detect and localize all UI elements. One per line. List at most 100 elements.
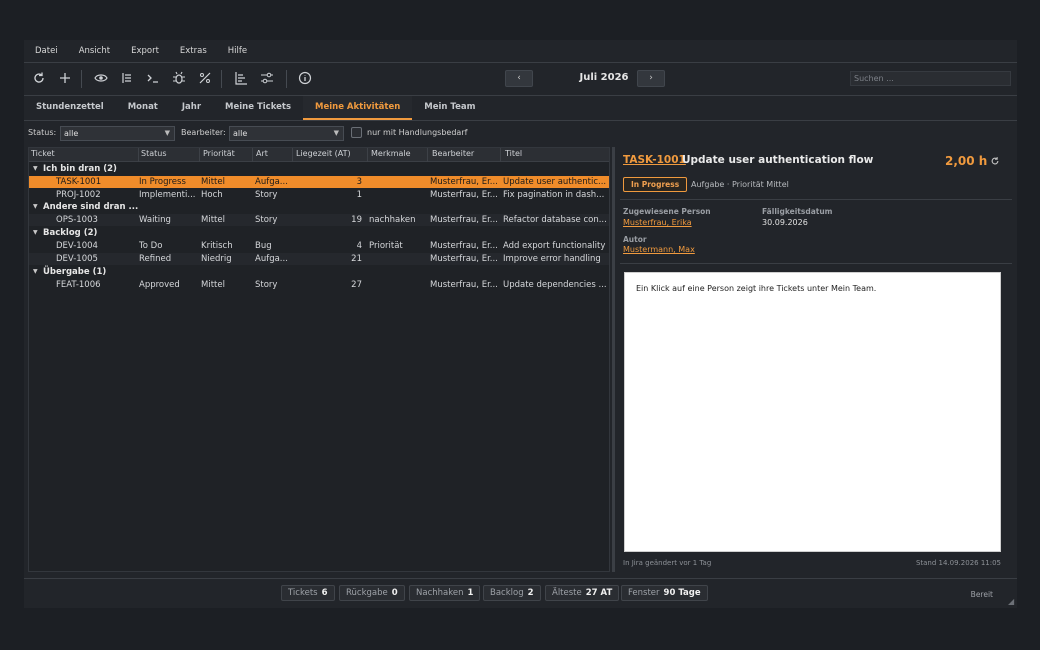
list-icon[interactable] [119, 71, 135, 87]
group-header[interactable]: ▼ Übergabe (1) [29, 266, 609, 278]
pill-fenster: Fenster 90 Tage [621, 585, 708, 601]
sliders-icon[interactable] [259, 71, 275, 87]
col-type[interactable]: Art [256, 149, 268, 158]
col-assignee[interactable]: Bearbeiter [432, 149, 474, 158]
cell-assignee: Musterfrau, Er... [430, 189, 498, 200]
column-separator [292, 148, 293, 162]
cell-age: 1 [356, 189, 362, 200]
table-row[interactable]: FEAT-1006 Approved Mittel Story 27 Musterfrau… [29, 279, 609, 291]
logged-hours: 2,00 h [945, 154, 988, 168]
ticket-key-link[interactable]: TASK-1001 [623, 154, 686, 166]
next-month-button[interactable]: › [637, 70, 665, 87]
tab-monat[interactable]: Monat [116, 96, 170, 120]
assignee-select[interactable]: alle ▼ [229, 126, 344, 141]
cell-title: Update user authentic... [503, 177, 607, 187]
menu-ansicht[interactable]: Ansicht [79, 46, 110, 56]
eye-icon[interactable] [93, 71, 109, 87]
cell-age: 3 [356, 177, 362, 187]
col-priority[interactable]: Priorität [203, 149, 235, 158]
group-label: Andere sind dran ... [43, 202, 139, 213]
collapse-triangle-icon[interactable]: ▼ [33, 266, 38, 278]
action-needed-label: nur mit Handlungsbedarf [367, 128, 468, 137]
group-header[interactable]: ▼ Backlog (2) [29, 227, 609, 239]
cell-type: Aufga... [255, 253, 288, 264]
menu-datei[interactable]: Datei [35, 46, 58, 56]
col-status[interactable]: Status [141, 149, 167, 158]
percent-icon[interactable] [197, 71, 213, 87]
pill-label: Nachhaken [416, 588, 464, 598]
table-row[interactable]: PROJ-1002 Implementi... Hoch Story 1 Musterfr… [29, 189, 609, 201]
tab-mein-team[interactable]: Mein Team [412, 96, 487, 120]
cell-priority: Hoch [201, 189, 223, 200]
col-title[interactable]: Titel [505, 149, 522, 158]
toolbar-separator [286, 70, 287, 88]
collapse-triangle-icon[interactable]: ▼ [33, 163, 38, 175]
description-text: Ein Klick auf eine Person zeigt ihre Tic… [636, 284, 877, 293]
menu-extras[interactable]: Extras [180, 46, 207, 56]
cell-type: Story [255, 189, 278, 200]
menu-bar: Datei Ansicht Export Extras Hilfe [24, 40, 1017, 62]
detail-panel: TASK-1001 Update user authentication flo… [620, 147, 1012, 572]
cell-type: Story [255, 215, 278, 226]
cell-priority: Mittel [201, 279, 225, 290]
cell-flags: Priorität [369, 241, 403, 252]
info-icon[interactable] [297, 71, 313, 87]
col-ticket[interactable]: Ticket [31, 149, 55, 158]
col-age[interactable]: Liegezeit (AT) [296, 149, 351, 158]
group-label: Übergabe (1) [43, 266, 107, 277]
table-header: Ticket Status Priorität Art Liegezeit (A… [29, 148, 609, 162]
tab-bar: Stundenzettel Monat Jahr Meine Tickets M… [24, 96, 1017, 120]
chevron-down-icon: ▼ [164, 129, 170, 137]
cell-title: Update dependencies ... [503, 279, 607, 290]
pill-backlog: Backlog 2 [483, 585, 541, 601]
pane-splitter[interactable] [612, 147, 615, 572]
group-label: Ich bin dran (2) [43, 164, 117, 174]
bug-icon[interactable] [171, 71, 187, 87]
table-row[interactable]: TASK-1001 In Progress Mittel Aufga... 3 Muste… [29, 176, 609, 188]
cell-assignee: Musterfrau, Er... [430, 177, 498, 187]
gantt-icon[interactable] [233, 71, 249, 87]
group-header[interactable]: ▼ Andere sind dran ... [29, 201, 609, 213]
status-badge: In Progress [623, 177, 688, 192]
tab-meine-aktivitaeten[interactable]: Meine Aktivitäten [303, 96, 413, 120]
tab-jahr[interactable]: Jahr [170, 96, 213, 120]
table-row[interactable]: DEV-1005 Refined Niedrig Aufga... 21 Musterfr… [29, 252, 609, 265]
action-needed-checkbox[interactable] [351, 127, 362, 138]
prev-month-button[interactable]: ‹ [505, 70, 533, 87]
table-row[interactable]: OPS-1003 Waiting Mittel Story 19 nachhaken Mus… [29, 214, 609, 227]
refresh-icon[interactable] [31, 71, 47, 87]
resize-grip-icon[interactable]: ◢ [1008, 597, 1014, 606]
menu-hilfe[interactable]: Hilfe [228, 46, 247, 56]
description-box[interactable]: Ein Klick auf eine Person zeigt ihre Tic… [624, 272, 1001, 552]
table-row[interactable]: DEV-1004 To Do Kritisch Bug 4 Priorität Muster… [29, 240, 609, 252]
tab-stundenzettel[interactable]: Stundenzettel [24, 96, 116, 120]
pill-label: Fenster [628, 588, 660, 598]
cell-ticket: DEV-1004 [56, 241, 98, 252]
assignee-link[interactable]: Musterfrau, Erika [623, 218, 692, 227]
cell-type: Aufga... [255, 177, 288, 187]
toolbar: ‹ Juli 2026 › Suchen ... [24, 64, 1017, 94]
author-link[interactable]: Mustermann, Max [623, 245, 695, 254]
filter-row: Status: alle ▼ Bearbeiter: alle ▼ nur mi… [28, 126, 628, 142]
assignee-filter-label: Bearbeiter: [181, 128, 226, 137]
status-bar: Tickets 6 Rückgabe 0 Nachhaken 1 Backlog 2 Ä… [24, 578, 1017, 608]
group-header[interactable]: ▼ Ich bin dran (2) [29, 163, 609, 175]
ticket-title: Update user authentication flow [682, 154, 874, 166]
detail-divider [620, 199, 1012, 200]
search-input[interactable]: Suchen ... [850, 71, 1011, 86]
tab-meine-tickets[interactable]: Meine Tickets [213, 96, 303, 120]
add-icon[interactable] [57, 71, 73, 87]
collapse-triangle-icon[interactable]: ▼ [33, 201, 38, 213]
pill-label: Älteste [552, 588, 582, 598]
terminal-icon[interactable] [145, 71, 161, 87]
column-separator [427, 148, 428, 162]
collapse-triangle-icon[interactable]: ▼ [33, 227, 38, 239]
cell-priority: Niedrig [201, 253, 232, 264]
changed-info: In Jira geändert vor 1 Tag [623, 559, 712, 567]
pill-value: 90 Tage [663, 588, 701, 598]
refresh-icon[interactable] [990, 156, 1000, 169]
column-separator [500, 148, 501, 162]
menu-export[interactable]: Export [131, 46, 159, 56]
col-flags[interactable]: Merkmale [371, 149, 411, 158]
status-select[interactable]: alle ▼ [60, 126, 175, 141]
